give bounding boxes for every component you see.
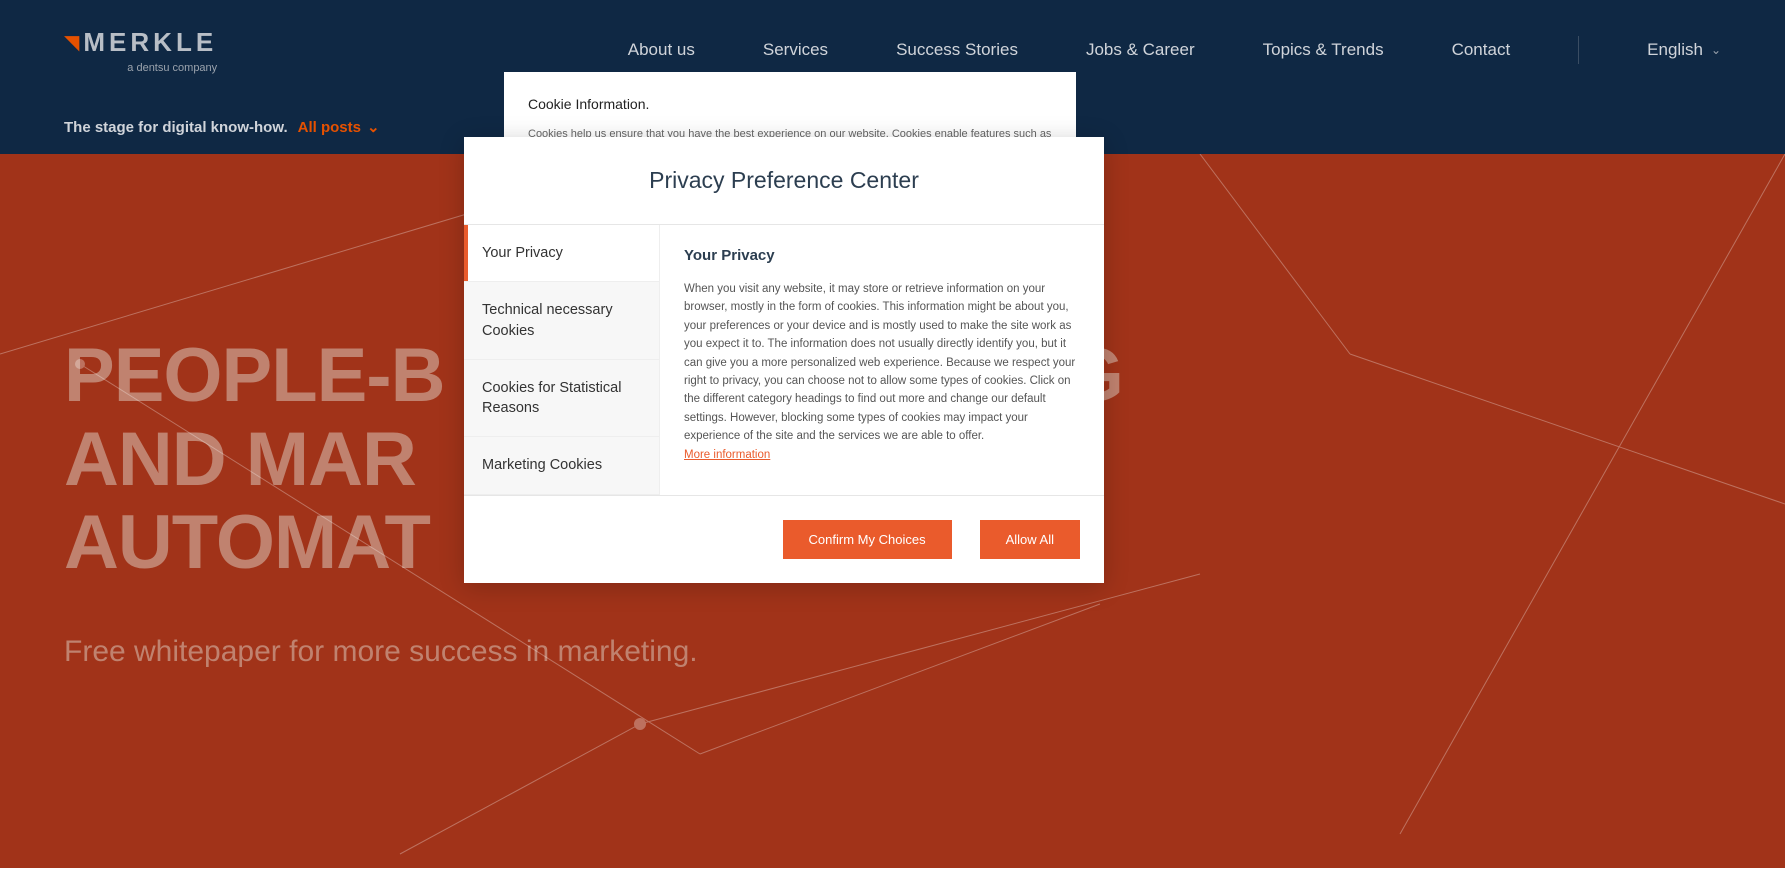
privacy-modal: Privacy Preference Center Your Privacy T… bbox=[464, 137, 1104, 583]
modal-header: Privacy Preference Center bbox=[464, 137, 1104, 225]
modal-footer: Confirm My Choices Allow All bbox=[464, 495, 1104, 583]
modal-content-body: When you visit any website, it may store… bbox=[684, 283, 1075, 442]
hero-title-line2: AND MAR bbox=[64, 417, 416, 502]
hero-subtitle: Free whitepaper for more success in mark… bbox=[64, 635, 1721, 669]
modal-content: Your Privacy When you visit any website,… bbox=[660, 225, 1104, 495]
logo-subtitle: a dentsu company bbox=[64, 62, 217, 74]
chevron-down-icon: ⌄ bbox=[1711, 43, 1721, 57]
nav-jobs[interactable]: Jobs & Career bbox=[1086, 40, 1195, 60]
modal-tabs: Your Privacy Technical necessary Cookies… bbox=[464, 225, 660, 495]
subheader-text: The stage for digital know-how. bbox=[64, 119, 288, 136]
allow-all-button[interactable]: Allow All bbox=[980, 520, 1080, 559]
nav-success[interactable]: Success Stories bbox=[896, 40, 1018, 60]
modal-title: Privacy Preference Center bbox=[488, 167, 1080, 194]
more-information-link[interactable]: More information bbox=[684, 449, 770, 461]
language-label: English bbox=[1647, 40, 1703, 60]
tab-your-privacy[interactable]: Your Privacy bbox=[464, 225, 659, 282]
logo-arrow-icon: ◥ bbox=[64, 30, 79, 55]
tab-marketing-cookies[interactable]: Marketing Cookies bbox=[464, 437, 659, 494]
all-posts-link[interactable]: All posts ⌄ bbox=[298, 118, 380, 136]
modal-content-text: When you visit any website, it may store… bbox=[684, 280, 1080, 464]
language-selector[interactable]: English ⌄ bbox=[1647, 40, 1721, 60]
nav-contact[interactable]: Contact bbox=[1452, 40, 1511, 60]
modal-body: Your Privacy Technical necessary Cookies… bbox=[464, 225, 1104, 495]
logo[interactable]: ◥ MERKLE a dentsu company bbox=[64, 27, 217, 74]
nav-topics[interactable]: Topics & Trends bbox=[1263, 40, 1384, 60]
confirm-choices-button[interactable]: Confirm My Choices bbox=[783, 520, 952, 559]
modal-content-title: Your Privacy bbox=[684, 247, 1080, 264]
tab-technical-cookies[interactable]: Technical necessary Cookies bbox=[464, 282, 659, 360]
all-posts-label: All posts bbox=[298, 119, 361, 136]
nav-about[interactable]: About us bbox=[628, 40, 695, 60]
nav-services[interactable]: Services bbox=[763, 40, 828, 60]
logo-text: MERKLE bbox=[83, 27, 217, 58]
hero-title-line3: AUTOMAT bbox=[64, 500, 430, 585]
main-nav: About us Services Success Stories Jobs &… bbox=[628, 36, 1721, 64]
nav-divider bbox=[1578, 36, 1579, 64]
chevron-down-icon: ⌄ bbox=[367, 118, 380, 136]
tab-statistical-cookies[interactable]: Cookies for Statistical Reasons bbox=[464, 360, 659, 438]
cookie-banner-title: Cookie Information. bbox=[528, 96, 1052, 112]
